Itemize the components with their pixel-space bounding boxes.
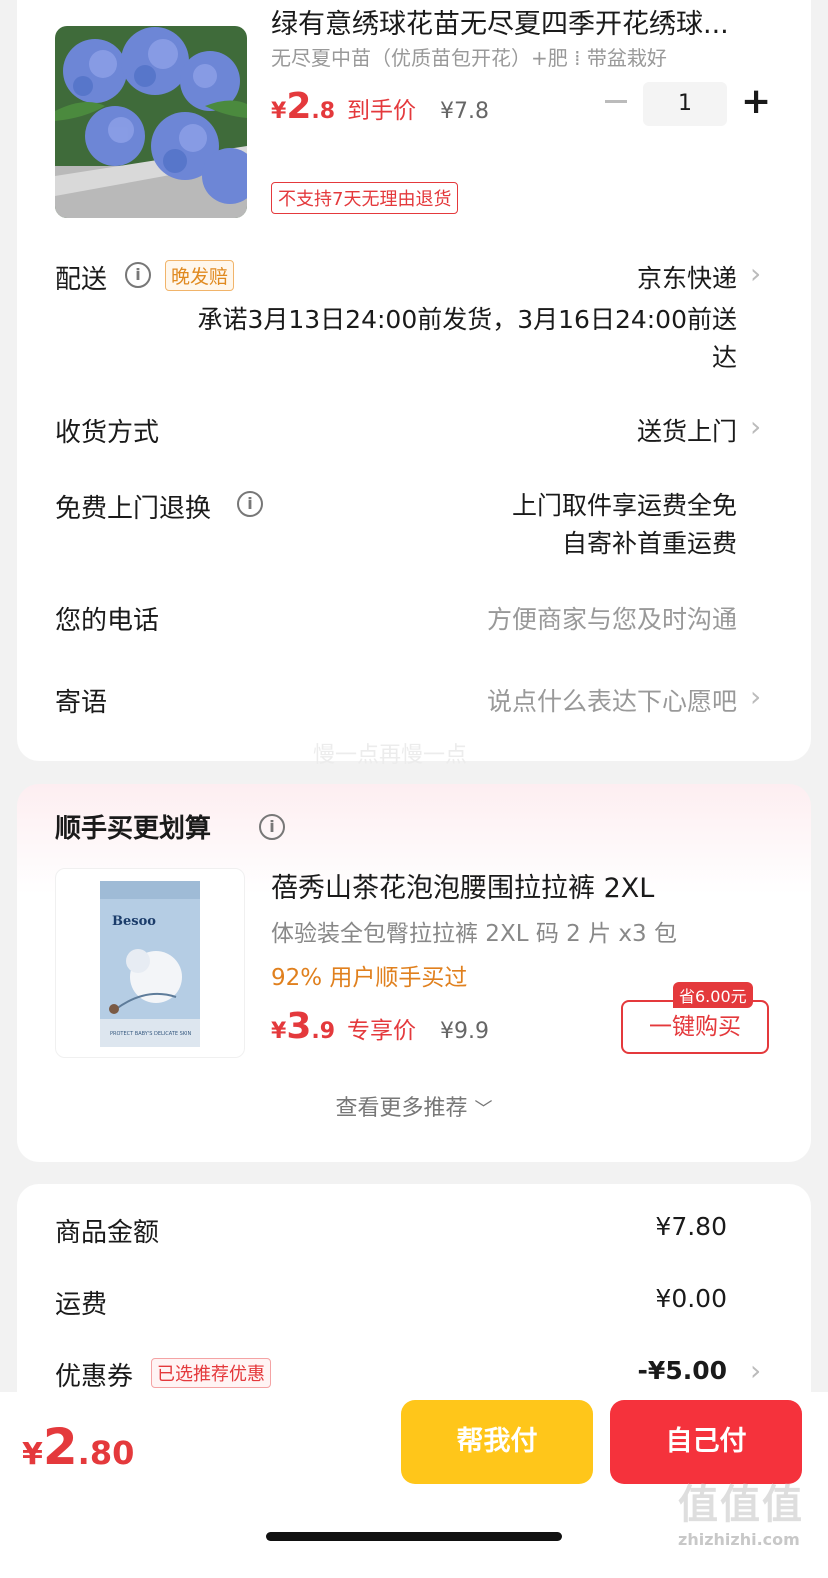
recommend-product-spec: 体验装全包臀拉拉裤 2XL 码 2 片 x3 包 — [271, 921, 677, 947]
recommend-title: 顺手买更划算 — [55, 814, 212, 844]
info-icon[interactable]: i — [259, 814, 285, 840]
price-decimal: .9 — [311, 1019, 336, 1044]
no-return-badge: 不支持7天无理由退货 — [271, 182, 459, 214]
one-click-buy-button[interactable]: 一键购买 — [621, 1000, 769, 1054]
recommend-product-image[interactable]: Besoo PROTECT BABY'S DELICATE SKIN — [55, 868, 245, 1058]
free-return-line2: 自寄补首重运费 — [561, 529, 737, 558]
message-label: 寄语 — [55, 688, 108, 718]
minus-icon[interactable] — [605, 100, 627, 103]
total-price: ¥2.80 — [22, 1418, 134, 1476]
site-logo: 值值值 zhizhizhi.com — [678, 1472, 804, 1549]
product-price: ¥2.8 到手价 ¥7.8 — [271, 86, 489, 127]
product-title[interactable]: 绿有意绣球花苗无尽夏四季开花绣球... — [271, 2, 771, 41]
coupon-selected-badge: 已选推荐优惠 — [151, 1358, 271, 1388]
home-indicator — [266, 1532, 562, 1541]
see-more-label: 查看更多推荐 — [335, 1096, 468, 1121]
final-price-tag: 到手价 — [347, 98, 417, 124]
site-url: zhizhizhi.com — [678, 1530, 800, 1549]
goods-amount-value: ¥7.80 — [655, 1212, 727, 1241]
delivery-carrier[interactable]: 京东快递 — [637, 259, 737, 295]
goods-amount-label: 商品金额 — [55, 1218, 160, 1248]
total-decimal: .80 — [77, 1434, 135, 1472]
total-integer: 2 — [42, 1418, 78, 1476]
product-image[interactable] — [55, 26, 247, 218]
exclusive-price-tag: 专享价 — [347, 1018, 417, 1044]
currency-symbol: ¥ — [271, 1019, 287, 1044]
original-price: ¥7.8 — [440, 99, 490, 124]
free-return-line1: 上门取件享运费全免 — [511, 491, 737, 520]
chevron-right-icon[interactable]: › — [750, 1354, 761, 1387]
product-spec: 无尽夏中苗（优质苗包开花）+肥 ⁞ 带盆栽好 — [271, 46, 667, 70]
chevron-right-icon[interactable]: › — [750, 257, 761, 290]
site-logo-text: 值值值 — [678, 1482, 804, 1528]
chevron-right-icon[interactable]: › — [750, 680, 761, 713]
info-icon[interactable]: i — [237, 491, 263, 517]
recommend-popularity: 92% 用户顺手买过 — [271, 965, 468, 991]
brand-text: Besoo — [112, 914, 156, 929]
late-compensation-badge: 晚发赔 — [165, 260, 235, 291]
coupon-value[interactable]: -¥5.00 — [638, 1356, 727, 1385]
recommend-price: ¥3.9 专享价 ¥9.9 — [271, 1006, 489, 1047]
order-card: 绿有意绣球花苗无尽夏四季开花绣球... 无尽夏中苗（优质苗包开花）+肥 ⁞ 带盆… — [17, 0, 811, 761]
save-amount-badge: 省6.00元 — [673, 982, 753, 1008]
delivery-promise-line1: 承诺3月13日24:00前发货，3月16日24:00前送 — [197, 305, 737, 334]
currency-symbol: ¥ — [271, 99, 287, 124]
chevron-right-icon[interactable]: › — [750, 410, 761, 443]
recommend-card: 顺手买更划算 i Besoo PROTECT BABY'S DELICATE S… — [17, 784, 811, 1162]
free-return-label: 免费上门退换 — [55, 494, 212, 524]
help-pay-button[interactable]: 帮我付 — [401, 1400, 593, 1484]
receive-method-value[interactable]: 送货上门 — [637, 412, 737, 448]
message-input[interactable]: 说点什么表达下心愿吧 — [487, 682, 737, 718]
recommend-product-name[interactable]: 蓓秀山茶花泡泡腰围拉拉裤 2XL — [271, 866, 654, 905]
checkout-bar: ¥2.80 帮我付 自己付 值值值 zhizhizhi.com — [0, 1392, 828, 1578]
package-caption: PROTECT BABY'S DELICATE SKIN — [110, 1031, 191, 1037]
plus-icon[interactable]: + — [741, 80, 771, 124]
phone-label: 您的电话 — [55, 606, 160, 636]
coupon-label: 优惠券 — [55, 1362, 134, 1392]
price-decimal: .8 — [311, 99, 336, 124]
watermark-text: 慢一点再慢一点 — [312, 743, 467, 768]
quantity-input[interactable]: 1 — [643, 82, 727, 126]
receive-method-label: 收货方式 — [55, 418, 160, 448]
original-price: ¥9.9 — [440, 1019, 490, 1044]
shipping-value: ¥0.00 — [655, 1284, 727, 1313]
delivery-label: 配送 — [55, 265, 108, 295]
info-icon[interactable]: i — [125, 262, 151, 288]
see-more-recommend[interactable]: 查看更多推荐 ﹀ — [17, 1090, 811, 1122]
price-integer: 3 — [286, 1006, 312, 1047]
price-integer: 2 — [286, 86, 312, 127]
delivery-promise-line2: 达 — [711, 343, 737, 372]
phone-input[interactable]: 方便商家与您及时沟通 — [487, 600, 737, 636]
currency-symbol: ¥ — [22, 1437, 43, 1472]
shipping-label: 运费 — [55, 1290, 108, 1320]
chevron-down-icon: ﹀ — [474, 1099, 493, 1120]
